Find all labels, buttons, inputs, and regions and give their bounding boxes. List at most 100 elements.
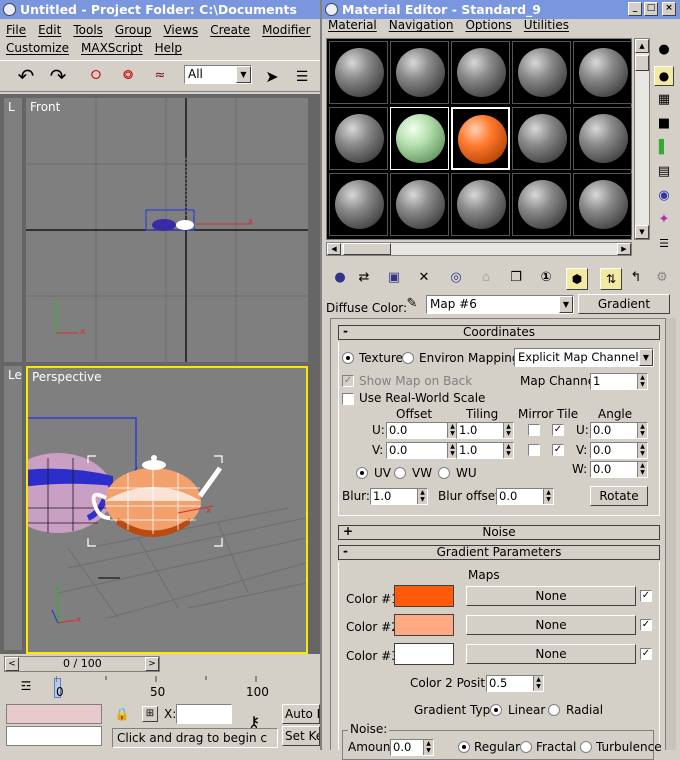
material-effects-channel-icon[interactable]: ❐ — [506, 268, 526, 288]
u-mirror-checkbox[interactable] — [528, 424, 540, 436]
menu-customize[interactable]: Customize — [0, 39, 75, 57]
track-view-icon[interactable]: ☲ — [16, 676, 36, 696]
time-prev-button[interactable]: < — [5, 657, 19, 671]
time-next-button[interactable]: > — [145, 657, 159, 671]
u-tiling-spinner[interactable]: 1.0 ▲ ▼ — [456, 422, 514, 439]
absolute-mode-icon[interactable]: ⊞ — [142, 706, 158, 722]
make-preview-icon[interactable]: ▤ — [654, 162, 674, 182]
vw-radio[interactable] — [394, 467, 406, 479]
slots-vertical-scrollbar[interactable]: ▲ ▼ — [634, 38, 650, 240]
map-type-button[interactable]: Gradient — [578, 294, 670, 314]
scroll-left-icon[interactable]: ◀ — [327, 243, 341, 255]
rotate-button[interactable]: Rotate — [590, 486, 648, 506]
color1-map-button[interactable]: None — [466, 586, 636, 606]
maxscript-listener[interactable] — [6, 704, 102, 724]
color3-map-button[interactable]: None — [466, 644, 636, 664]
color2-swatch[interactable] — [394, 614, 454, 636]
color3-map-checkbox[interactable]: ✓ — [640, 648, 652, 660]
turbulence-radio[interactable] — [580, 741, 592, 753]
color2-map-checkbox[interactable]: ✓ — [640, 619, 652, 631]
scroll-down-icon[interactable]: ▼ — [635, 225, 649, 239]
viewport-left-stub-top[interactable]: L — [4, 98, 22, 362]
med-menu-navigation[interactable]: Navigation — [383, 16, 460, 34]
color3-swatch[interactable] — [394, 643, 454, 665]
menu-file[interactable]: File — [0, 21, 32, 39]
sample-slot-11[interactable] — [329, 173, 388, 236]
undo-icon[interactable]: ↶ — [16, 66, 36, 86]
amount-spinner[interactable]: 0.0 ▲ ▼ — [390, 739, 434, 756]
regular-radio[interactable] — [458, 741, 470, 753]
menu-modifier[interactable]: Modifier — [256, 21, 317, 39]
material-map-navigator-icon[interactable]: ⚙ — [652, 268, 672, 288]
sample-slot-7[interactable] — [390, 107, 449, 170]
med-menu-utilities[interactable]: Utilities — [518, 16, 575, 34]
v-offset-spinner[interactable]: 0.0 ▲ ▼ — [386, 442, 458, 459]
w-angle-spinner[interactable]: 0.0 ▲ ▼ — [590, 461, 648, 478]
menu-edit[interactable]: Edit — [32, 21, 67, 39]
color2-position-spinner[interactable]: 0.5 ▲ ▼ — [486, 675, 544, 692]
v-angle-spinner[interactable]: 0.0 ▲ ▼ — [590, 442, 648, 459]
go-to-parent-icon[interactable]: ⇅ — [600, 268, 622, 290]
noise-rollout-header[interactable]: + Noise — [338, 525, 660, 540]
sample-slot-14[interactable] — [512, 173, 571, 236]
v-mirror-checkbox[interactable] — [528, 444, 540, 456]
radial-radio[interactable] — [548, 704, 560, 716]
sample-slot-13[interactable] — [451, 173, 510, 236]
chevron-down-icon[interactable]: ▼ — [236, 66, 251, 83]
blur-spinner[interactable]: 1.0 ▲ ▼ — [370, 488, 428, 505]
map-name-field[interactable]: Map #6 ▼ — [426, 295, 574, 314]
uv-tiling-icon[interactable]: ■ — [654, 114, 674, 134]
select-link-icon[interactable]: ⭘ — [86, 66, 106, 86]
sample-slot-15[interactable] — [573, 173, 632, 236]
set-key-button[interactable]: Set Ke — [282, 726, 320, 746]
backlight-icon[interactable]: ● — [654, 66, 674, 86]
color1-swatch[interactable] — [394, 585, 454, 607]
selection-filter-dropdown[interactable]: All ▼ — [184, 65, 252, 84]
wu-radio[interactable] — [438, 467, 450, 479]
scroll-right-icon[interactable]: ▶ — [617, 243, 631, 255]
unlink-icon[interactable]: ⭗ — [118, 66, 138, 86]
sample-slot-5[interactable] — [573, 41, 632, 104]
time-slider[interactable]: < 0 / 100 > — [4, 656, 160, 672]
blur-offset-spinner[interactable]: 0.0 ▲ ▼ — [496, 488, 554, 505]
maximize-button[interactable]: □ — [644, 2, 658, 16]
u-angle-spinner[interactable]: 0.0 ▲ ▼ — [590, 422, 648, 439]
scroll-thumb[interactable] — [635, 55, 649, 71]
show-map-in-viewport-icon[interactable]: ① — [536, 268, 556, 288]
make-unique-icon[interactable]: ◎ — [446, 268, 466, 288]
get-material-icon[interactable]: ● — [330, 268, 350, 288]
sample-slot-12[interactable] — [390, 173, 449, 236]
menu-help[interactable]: Help — [149, 39, 188, 57]
menu-maxscript[interactable]: MAXScript — [75, 39, 149, 57]
texture-radio[interactable] — [342, 352, 354, 364]
sample-slot-1[interactable] — [329, 41, 388, 104]
assign-to-selection-icon[interactable]: ▣ — [384, 268, 404, 288]
slots-horizontal-scrollbar[interactable]: ◀ ▶ — [326, 242, 632, 256]
sample-slot-6[interactable] — [329, 107, 388, 170]
auto-key-button[interactable]: Auto Ke — [282, 704, 320, 724]
med-menu-material[interactable]: Material — [322, 16, 383, 34]
color1-map-checkbox[interactable]: ✓ — [640, 590, 652, 602]
sample-slot-10[interactable] — [573, 107, 632, 170]
redo-icon[interactable]: ↷ — [48, 66, 68, 86]
chevron-down-icon[interactable]: ▼ — [559, 296, 573, 313]
go-forward-to-sibling-icon[interactable]: ↰ — [626, 268, 646, 288]
hscroll-thumb[interactable] — [343, 243, 391, 255]
minimize-button[interactable]: _ — [628, 2, 642, 16]
options-icon[interactable]: ◉ — [654, 186, 674, 206]
scroll-up-icon[interactable]: ▲ — [635, 39, 649, 53]
v-tile-checkbox[interactable]: ✓ — [552, 444, 564, 456]
material-navigator-icon[interactable]: ☰ — [654, 234, 674, 254]
viewport-left-stub-bottom[interactable]: Le — [4, 366, 22, 650]
sample-slot-9[interactable] — [512, 107, 571, 170]
uv-radio[interactable] — [356, 467, 368, 479]
menu-views[interactable]: Views — [157, 21, 204, 39]
environ-radio[interactable] — [402, 352, 414, 364]
show-end-result-icon[interactable]: ⬢ — [566, 268, 588, 290]
sample-slot-2[interactable] — [390, 41, 449, 104]
reset-map-icon[interactable]: ✕ — [414, 268, 434, 288]
color2-map-button[interactable]: None — [466, 615, 636, 635]
put-to-library-icon[interactable]: ⌂ — [476, 268, 496, 288]
menu-tools[interactable]: Tools — [67, 21, 109, 39]
select-object-icon[interactable]: ➤ — [262, 67, 282, 87]
